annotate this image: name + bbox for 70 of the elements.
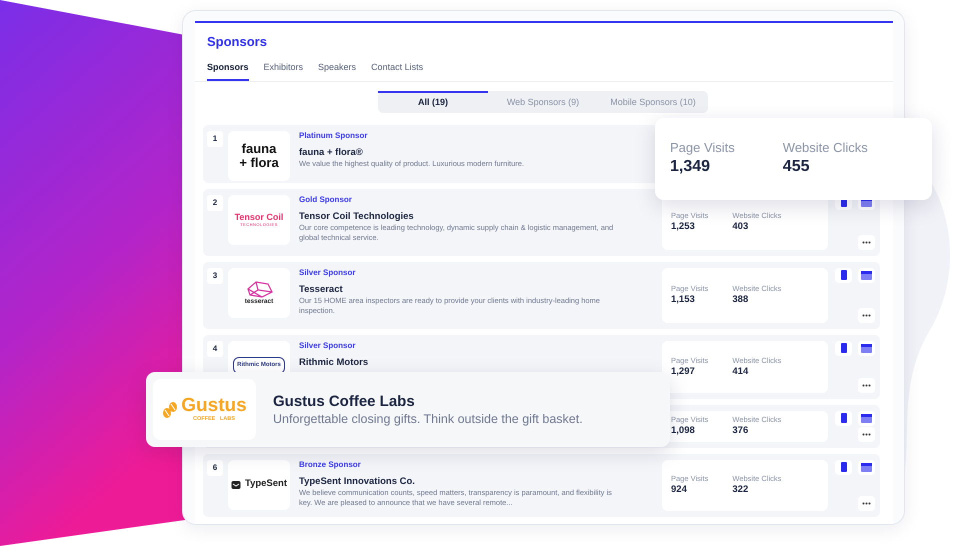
- rank-number: 2: [207, 194, 223, 210]
- stat-value: 322: [732, 484, 750, 496]
- phone-icon: [840, 343, 846, 353]
- more-button[interactable]: [858, 234, 875, 250]
- browser-icon: [861, 462, 872, 472]
- tier-label: Silver Sponsor: [299, 268, 356, 278]
- browser-icon: [861, 414, 872, 422]
- tier-label: Gold Sponsor: [299, 194, 352, 204]
- more-button[interactable]: [858, 308, 875, 322]
- stat-value: 1,098: [671, 425, 696, 437]
- mobile-button[interactable]: [835, 410, 852, 426]
- stat-value: 455: [782, 157, 810, 177]
- web-button[interactable]: [858, 460, 875, 474]
- tab[interactable]: Speakers: [318, 61, 356, 80]
- sponsor-name: Rithmic Motors: [299, 356, 368, 368]
- rank-number: 1: [207, 130, 223, 146]
- rank-number: 3: [207, 268, 223, 284]
- stat-value: 388: [732, 294, 750, 306]
- rank-number: 4: [207, 340, 223, 356]
- sponsor-name: Gustus Coffee Labs: [273, 392, 416, 411]
- sponsor-name: Tensor Coil Technologies: [299, 210, 414, 222]
- stat-label: Website Clicks: [782, 140, 868, 156]
- tier-label: Silver Sponsor: [299, 340, 356, 350]
- tab[interactable]: Sponsors: [207, 61, 249, 80]
- more-icon: [862, 432, 871, 436]
- browser-icon: [861, 270, 872, 280]
- stat-value: 1,297: [671, 366, 696, 378]
- more-button[interactable]: [858, 378, 875, 392]
- envelope-icon: [230, 480, 241, 490]
- more-button[interactable]: [858, 496, 875, 510]
- stat-value: 1,253: [671, 221, 696, 233]
- stat-value: 376: [732, 425, 750, 437]
- rank-number: 6: [207, 460, 223, 476]
- more-icon: [862, 314, 871, 316]
- tier-label: Bronze Sponsor: [299, 460, 361, 470]
- filter-tab[interactable]: All (19): [378, 90, 488, 112]
- tab[interactable]: Exhibitors: [264, 61, 304, 80]
- logo-text: + flora: [239, 156, 279, 170]
- sponsor-tagline: Unforgettable closing gifts. Think outside the gift basket.: [273, 411, 583, 427]
- logo-text: Tensor Coil: [234, 212, 284, 222]
- sponsor-name: fauna + flora®: [299, 146, 363, 158]
- stat-value: 403: [732, 221, 750, 233]
- tier-label: Platinum Sponsor: [299, 130, 368, 140]
- web-button[interactable]: [858, 340, 875, 356]
- sponsor-name: Tesseract: [299, 284, 343, 294]
- stat-value: 1,349: [670, 157, 712, 177]
- phone-icon: [840, 270, 846, 280]
- more-icon: [862, 502, 871, 504]
- mobile-button[interactable]: [835, 268, 852, 282]
- logo-text: TypeSent: [244, 477, 288, 492]
- more-icon: [862, 240, 871, 244]
- phone-icon: [840, 413, 846, 423]
- sponsor-name: TypeSent Innovations Co.: [299, 476, 415, 486]
- coffee-beans-icon: [162, 400, 178, 418]
- page-title: Sponsors: [206, 33, 268, 51]
- stat-value: 414: [732, 366, 750, 378]
- mobile-button[interactable]: [835, 460, 852, 474]
- mobile-button[interactable]: [835, 340, 852, 356]
- stat-label: Page Visits: [670, 140, 735, 156]
- more-icon: [862, 384, 871, 386]
- tab[interactable]: Contact Lists: [371, 61, 424, 80]
- web-button[interactable]: [858, 410, 875, 426]
- more-button[interactable]: [858, 426, 875, 442]
- web-button[interactable]: [858, 268, 875, 282]
- phone-icon: [840, 462, 846, 472]
- logo-text: fauna: [242, 142, 276, 156]
- logo-text: Gustus: [181, 396, 247, 416]
- stat-value: 924: [671, 484, 688, 496]
- browser-icon: [861, 344, 872, 352]
- stat-value: 1,153: [671, 294, 696, 306]
